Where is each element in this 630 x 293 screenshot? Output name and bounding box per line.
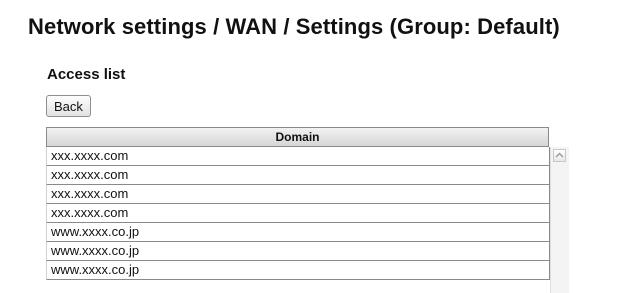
access-list-heading: Access list: [47, 66, 126, 83]
domain-cell: xxx.xxxx.com: [51, 167, 129, 182]
table-row[interactable]: xxx.xxxx.com: [46, 185, 549, 204]
table-row[interactable]: xxx.xxxx.com: [46, 204, 549, 223]
domain-cell: www.xxxx.co.jp: [51, 243, 140, 258]
table-row[interactable]: www.xxxx.co.jp: [46, 242, 549, 261]
domain-column-header[interactable]: Domain: [46, 127, 549, 147]
domain-table: Domain xxx.xxxx.com xxx.xxxx.com xxx.xxx…: [46, 127, 580, 293]
page-title: Network settings / WAN / Settings (Group…: [28, 14, 560, 39]
table-row[interactable]: www.xxxx.co.jp: [46, 223, 549, 242]
chevron-up-icon[interactable]: [553, 149, 566, 162]
domain-cell: www.xxxx.co.jp: [51, 224, 140, 239]
domain-cell: xxx.xxxx.com: [51, 148, 129, 163]
table-row[interactable]: xxx.xxxx.com: [46, 166, 549, 185]
table-row[interactable]: www.xxxx.co.jp: [46, 261, 549, 280]
domain-cell: www.xxxx.co.jp: [51, 262, 140, 277]
domain-cell: xxx.xxxx.com: [51, 186, 129, 201]
back-button[interactable]: Back: [46, 95, 91, 117]
vertical-scrollbar[interactable]: [550, 147, 569, 293]
domain-cell: xxx.xxxx.com: [51, 205, 129, 220]
domain-rows: xxx.xxxx.com xxx.xxxx.com xxx.xxxx.com x…: [46, 147, 550, 280]
table-row[interactable]: xxx.xxxx.com: [46, 147, 549, 166]
